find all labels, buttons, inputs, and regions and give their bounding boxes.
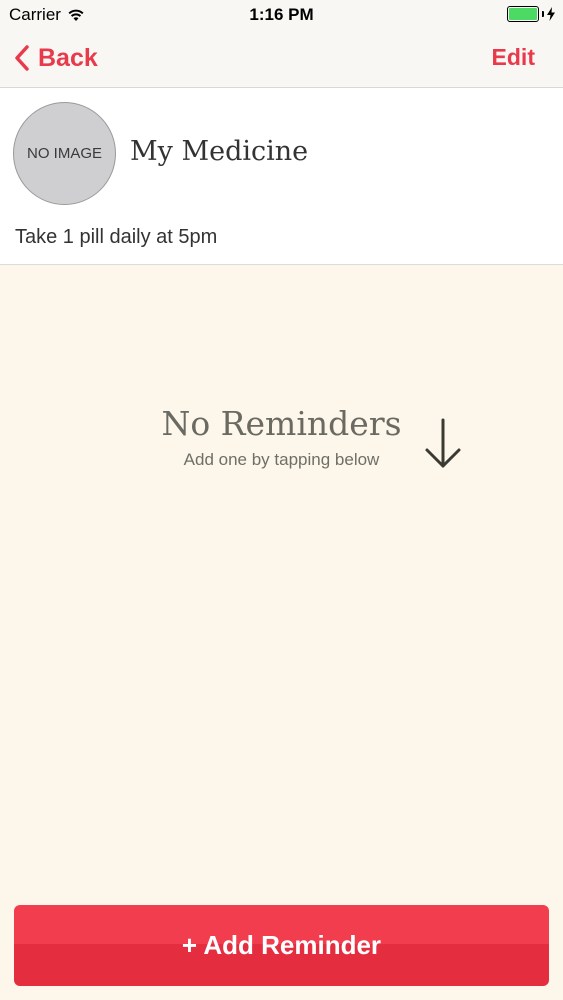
add-reminder-label: + Add Reminder	[181, 930, 382, 960]
no-image-label: NO IMAGE	[26, 145, 102, 162]
add-reminder-button[interactable]: + Add Reminder	[14, 905, 549, 986]
empty-state-title: No Reminders	[161, 404, 402, 443]
back-button[interactable]: Back	[14, 40, 98, 76]
medicine-image-placeholder[interactable]: NO IMAGE	[13, 102, 116, 205]
medicine-header-card: NO IMAGE My Medicine Take 1 pill daily a…	[0, 88, 563, 265]
back-button-label: Back	[38, 43, 98, 72]
charging-bolt-icon	[547, 7, 555, 21]
battery-level-fill	[509, 8, 537, 20]
chevron-left-icon	[15, 45, 29, 71]
battery-icon	[507, 6, 555, 22]
edit-button[interactable]: Edit	[492, 44, 535, 71]
arrow-down-icon	[425, 418, 461, 468]
navigation-bar: Back Edit	[0, 30, 563, 88]
status-bar: Carrier 1:16 PM	[0, 0, 563, 30]
medicine-schedule: Take 1 pill daily at 5pm	[15, 226, 218, 248]
empty-state-subtitle: Add one by tapping below	[183, 450, 380, 469]
medicine-name: My Medicine	[130, 136, 309, 167]
status-time: 1:16 PM	[249, 5, 314, 24]
